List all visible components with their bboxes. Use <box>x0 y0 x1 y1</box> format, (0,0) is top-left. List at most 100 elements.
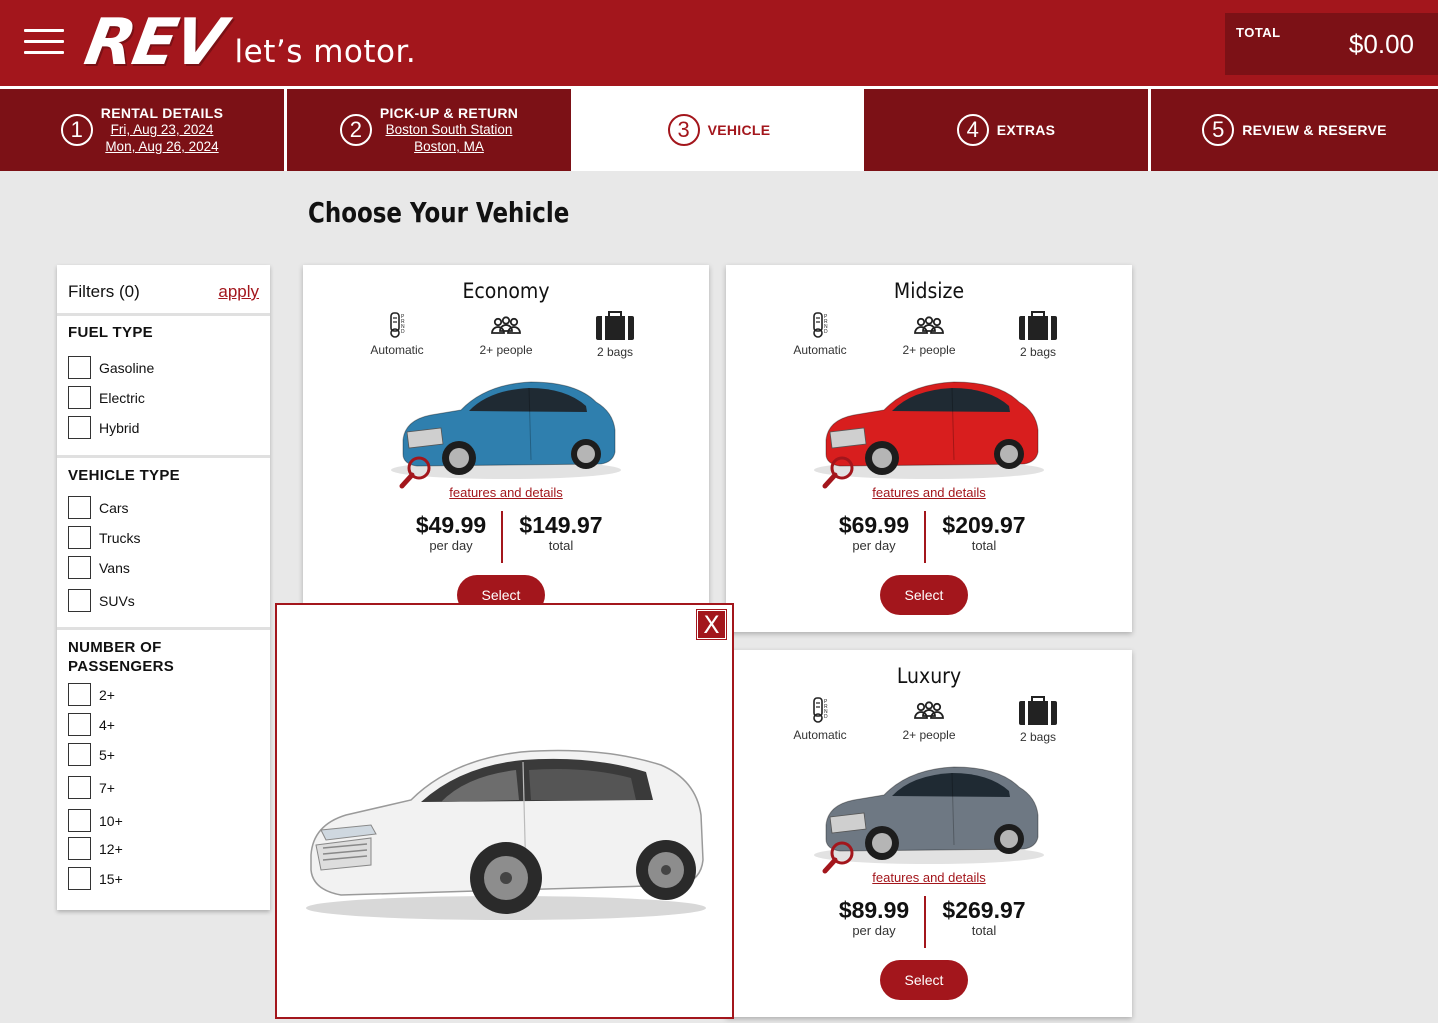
menu-icon[interactable] <box>24 29 64 55</box>
transmission-spec: Automatic <box>347 311 447 357</box>
pickup-location-link[interactable]: Boston South Station <box>380 121 518 138</box>
zoom-icon[interactable] <box>822 840 856 874</box>
filter-group-title: NUMBER OF PASSENGERS <box>68 639 175 675</box>
filter-option-label: Trucks <box>99 529 141 546</box>
step-rental-details[interactable]: 1 RENTAL DETAILS Fri, Aug 23, 2024 Mon, … <box>0 89 284 171</box>
vehicle-image-modal: X <box>275 603 734 1019</box>
passengers-label: 2+ people <box>902 343 956 357</box>
bags-label: 2 bags <box>1019 345 1057 359</box>
logo-tagline: let’s motor. <box>234 34 417 70</box>
checkbox[interactable] <box>68 416 91 439</box>
filter-option[interactable]: Vans <box>68 556 130 579</box>
filters-panel: Filters (0) apply FUEL TYPE Gasoline Ele… <box>57 265 270 910</box>
filter-option[interactable]: Gasoline <box>68 356 154 379</box>
select-vehicle-button[interactable]: Select <box>880 960 968 1000</box>
filter-option-label: SUVs <box>99 592 135 609</box>
transmission-label: Automatic <box>370 343 424 357</box>
filter-option[interactable]: 2+ <box>68 683 115 706</box>
select-vehicle-button[interactable]: Select <box>880 575 968 615</box>
filter-option[interactable]: Hybrid <box>68 416 139 439</box>
checkbox[interactable] <box>68 386 91 409</box>
price-row: $49.99 per day $149.97 total <box>303 511 709 563</box>
step-extras[interactable]: 4 EXTRAS <box>864 89 1148 171</box>
filter-option[interactable]: SUVs <box>68 589 135 612</box>
step-pickup-return[interactable]: 2 PICK-UP & RETURN Boston South Station … <box>287 89 571 171</box>
filter-option-label: 15+ <box>99 870 123 887</box>
filter-group-passengers: NUMBER OF PASSENGERS 2+ 4+ 5+ 7+ 10+ 12+… <box>57 630 270 904</box>
filter-option[interactable]: 5+ <box>68 743 115 766</box>
price-divider <box>924 511 926 563</box>
filter-option[interactable]: Electric <box>68 386 145 409</box>
return-date-link[interactable]: Mon, Aug 26, 2024 <box>101 138 223 155</box>
brand-logo[interactable]: REV let’s motor. <box>79 6 417 80</box>
luggage-icon <box>595 311 635 341</box>
transmission-spec: Automatic <box>770 696 870 742</box>
filter-option[interactable]: 10+ <box>68 809 123 832</box>
filter-option[interactable]: 4+ <box>68 713 115 736</box>
checkbox[interactable] <box>68 496 91 519</box>
logo-mark: REV <box>79 6 230 80</box>
checkbox[interactable] <box>68 867 91 890</box>
step-title: REVIEW & RESERVE <box>1242 122 1387 138</box>
filter-option[interactable]: 15+ <box>68 867 123 890</box>
filter-option[interactable]: Cars <box>68 496 129 519</box>
step-vehicle[interactable]: 3 VEHICLE <box>574 92 864 168</box>
checkbox[interactable] <box>68 809 91 832</box>
passengers-spec: 2+ people <box>879 311 979 357</box>
vehicle-card-midsize: Midsize Automatic 2+ people 2 bags featu… <box>726 265 1132 632</box>
filter-option[interactable]: 7+ <box>68 776 115 799</box>
checkbox[interactable] <box>68 683 91 706</box>
luggage-icon <box>1018 696 1058 726</box>
price-row: $69.99 per day $209.97 total <box>726 511 1132 563</box>
filter-option-label: 4+ <box>99 716 115 733</box>
apply-filters-link[interactable]: apply <box>218 282 259 302</box>
page-title: Choose Your Vehicle <box>308 196 570 229</box>
vehicle-preview-image <box>306 749 706 920</box>
price-row: $89.99 per day $269.97 total <box>726 896 1132 948</box>
bags-label: 2 bags <box>596 345 634 359</box>
checkbox[interactable] <box>68 713 91 736</box>
transmission-icon <box>390 312 406 338</box>
bags-spec: 2 bags <box>565 311 665 359</box>
price-per-day: $49.99 <box>415 512 487 538</box>
filter-option[interactable]: Trucks <box>68 526 140 549</box>
zoom-icon[interactable] <box>822 455 856 489</box>
price-per-day: $69.99 <box>838 512 910 538</box>
features-details-link[interactable]: features and details <box>726 870 1132 885</box>
step-title: EXTRAS <box>996 122 1056 138</box>
checkbox[interactable] <box>68 776 91 799</box>
step-number: 4 <box>956 114 989 146</box>
filter-option-label: Gasoline <box>99 359 155 376</box>
passengers-label: 2+ people <box>479 343 533 357</box>
price-total: $209.97 <box>942 512 1026 538</box>
filter-option-label: 7+ <box>99 779 115 796</box>
location-city-link[interactable]: Boston, MA <box>380 138 518 155</box>
step-number: 5 <box>1202 114 1235 146</box>
checkbox[interactable] <box>68 743 91 766</box>
step-review-reserve[interactable]: 5 REVIEW & RESERVE <box>1151 89 1438 171</box>
step-title: PICK-UP & RETURN <box>379 105 519 121</box>
checkbox[interactable] <box>68 556 91 579</box>
transmission-icon <box>813 312 829 338</box>
filter-option[interactable]: 12+ <box>68 837 123 860</box>
transmission-spec: Automatic <box>770 311 870 357</box>
features-details-link[interactable]: features and details <box>303 485 709 500</box>
checkbox[interactable] <box>68 356 91 379</box>
total-value: $0.00 <box>1348 29 1414 59</box>
price-per-day: $89.99 <box>838 897 910 923</box>
checkbox[interactable] <box>68 589 91 612</box>
transmission-label: Automatic <box>793 728 847 742</box>
checkbox[interactable] <box>68 526 91 549</box>
price-total: $149.97 <box>519 512 603 538</box>
per-day-label: per day <box>852 923 896 938</box>
vehicle-class-title: Midsize <box>893 279 965 303</box>
close-icon[interactable]: X <box>696 609 727 640</box>
passengers-spec: 2+ people <box>456 311 556 357</box>
features-details-link[interactable]: features and details <box>726 485 1132 500</box>
filter-option-label: 12+ <box>99 840 123 857</box>
pickup-date-link[interactable]: Fri, Aug 23, 2024 <box>101 121 223 138</box>
step-number: 1 <box>60 114 93 146</box>
checkbox[interactable] <box>68 837 91 860</box>
filter-option-label: Vans <box>99 559 130 576</box>
zoom-icon[interactable] <box>399 455 433 489</box>
